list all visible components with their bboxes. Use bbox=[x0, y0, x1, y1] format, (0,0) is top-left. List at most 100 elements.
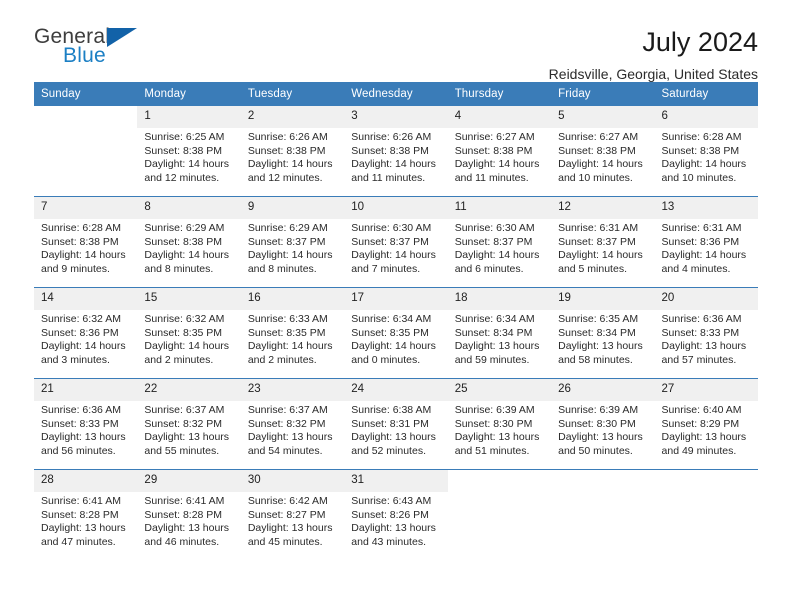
sunrise-text: Sunrise: 6:31 AM bbox=[558, 222, 639, 234]
day-details: Sunrise: 6:34 AM Sunset: 8:34 PM Daylight:… bbox=[448, 310, 551, 367]
calendar-cell[interactable]: 14 Sunrise: 6:32 AM Sunset: 8:36 PM Dayligh… bbox=[34, 287, 138, 379]
calendar-cell[interactable]: 8 Sunrise: 6:29 AM Sunset: 8:38 PM Daylight… bbox=[137, 196, 241, 288]
sunset-text: Sunset: 8:35 PM bbox=[247, 326, 326, 339]
day-details: Sunrise: 6:26 AM Sunset: 8:38 PM Daylight:… bbox=[344, 128, 447, 185]
calendar-cell[interactable]: 7 Sunrise: 6:28 AM Sunset: 8:38 PM Daylight… bbox=[34, 196, 138, 288]
calendar-cell[interactable]: 26 Sunrise: 6:39 AM Sunset: 8:30 PM Dayligh… bbox=[551, 378, 655, 470]
calendar-cell[interactable]: 3 Sunrise: 6:26 AM Sunset: 8:38 PM Daylight… bbox=[344, 106, 448, 197]
brand-logo[interactable]: General Blue bbox=[34, 26, 154, 74]
sunset-text: Sunset: 8:37 PM bbox=[454, 235, 533, 248]
weekday-header-sunday: Sunday bbox=[34, 82, 138, 106]
calendar-cell[interactable]: 21 Sunrise: 6:36 AM Sunset: 8:33 PM Dayligh… bbox=[34, 378, 138, 470]
sunset-text: Sunset: 8:38 PM bbox=[661, 144, 740, 157]
daylight-text-line1: Daylight: 14 hours bbox=[351, 340, 436, 353]
sunrise-text: Sunrise: 6:32 AM bbox=[144, 313, 225, 325]
calendar-cell[interactable]: 1 Sunrise: 6:25 AM Sunset: 8:38 PM Daylight… bbox=[137, 106, 241, 197]
calendar-header-row: Sunday Monday Tuesday Wednesday Thursday… bbox=[34, 82, 758, 106]
sunset-text: Sunset: 8:38 PM bbox=[454, 144, 533, 157]
day-details: Sunrise: 6:37 AM Sunset: 8:32 PM Daylight:… bbox=[137, 401, 240, 458]
calendar-cell[interactable]: 22 Sunrise: 6:37 AM Sunset: 8:32 PM Dayligh… bbox=[137, 378, 241, 470]
calendar-cell[interactable]: 25 Sunrise: 6:39 AM Sunset: 8:30 PM Dayligh… bbox=[447, 378, 552, 470]
weekday-header-thursday: Thursday bbox=[447, 82, 552, 106]
calendar-cell[interactable]: 2 Sunrise: 6:26 AM Sunset: 8:38 PM Daylight… bbox=[240, 106, 345, 197]
daylight-text-line2: and 12 minutes. bbox=[144, 171, 220, 184]
day-number: 12 bbox=[551, 197, 655, 219]
daylight-text-line1: Daylight: 13 hours bbox=[558, 431, 643, 444]
daylight-text-line2: and 2 minutes. bbox=[144, 353, 214, 366]
calendar-cell[interactable]: 17 Sunrise: 6:34 AM Sunset: 8:35 PM Dayligh… bbox=[344, 287, 448, 379]
daylight-text-line1: Daylight: 14 hours bbox=[247, 158, 333, 171]
sunrise-text: Sunrise: 6:30 AM bbox=[351, 222, 432, 234]
calendar-cell[interactable]: 13 Sunrise: 6:31 AM Sunset: 8:36 PM Dayligh… bbox=[654, 196, 758, 288]
calendar-cell[interactable]: 30 Sunrise: 6:42 AM Sunset: 8:27 PM Dayligh… bbox=[240, 469, 345, 560]
calendar-cell[interactable]: 27 Sunrise: 6:40 AM Sunset: 8:29 PM Dayligh… bbox=[654, 378, 758, 470]
calendar-cell-empty bbox=[34, 106, 138, 197]
day-number bbox=[447, 470, 552, 492]
day-cell: 30 Sunrise: 6:42 AM Sunset: 8:27 PM Dayligh… bbox=[240, 470, 345, 560]
daylight-text-line2: and 57 minutes. bbox=[661, 353, 737, 366]
daylight-text-line2: and 0 minutes. bbox=[351, 353, 421, 366]
day-number bbox=[34, 106, 138, 128]
calendar-cell[interactable]: 4 Sunrise: 6:27 AM Sunset: 8:38 PM Daylight… bbox=[447, 106, 552, 197]
daylight-text-line2: and 52 minutes. bbox=[351, 444, 426, 457]
calendar-cell[interactable]: 11 Sunrise: 6:30 AM Sunset: 8:37 PM Dayligh… bbox=[447, 196, 552, 288]
daylight-text-line2: and 56 minutes. bbox=[41, 444, 116, 457]
sunrise-text: Sunrise: 6:33 AM bbox=[247, 313, 328, 325]
daylight-text-line1: Daylight: 13 hours bbox=[351, 522, 436, 535]
sunrise-text: Sunrise: 6:43 AM bbox=[351, 495, 432, 507]
calendar-cell[interactable]: 19 Sunrise: 6:35 AM Sunset: 8:34 PM Dayligh… bbox=[551, 287, 655, 379]
day-number: 6 bbox=[654, 106, 758, 128]
sunset-text: Sunset: 8:28 PM bbox=[144, 508, 223, 521]
day-number: 31 bbox=[344, 470, 448, 492]
day-details: Sunrise: 6:36 AM Sunset: 8:33 PM Daylight:… bbox=[655, 310, 758, 367]
day-number: 27 bbox=[654, 379, 758, 401]
sunrise-text: Sunrise: 6:41 AM bbox=[41, 495, 121, 507]
daylight-text-line2: and 3 minutes. bbox=[41, 353, 110, 366]
brand-name-blue: Blue bbox=[63, 44, 106, 67]
calendar-cell[interactable]: 31 Sunrise: 6:43 AM Sunset: 8:26 PM Dayligh… bbox=[344, 469, 448, 560]
calendar-cell[interactable]: 16 Sunrise: 6:33 AM Sunset: 8:35 PM Dayligh… bbox=[240, 287, 345, 379]
calendar-cell[interactable]: 29 Sunrise: 6:41 AM Sunset: 8:28 PM Dayligh… bbox=[137, 469, 241, 560]
calendar-cell[interactable]: 5 Sunrise: 6:27 AM Sunset: 8:38 PM Daylight… bbox=[551, 106, 655, 197]
daylight-text-line1: Daylight: 13 hours bbox=[454, 340, 540, 353]
day-cell: 7 Sunrise: 6:28 AM Sunset: 8:38 PM Daylight… bbox=[34, 197, 138, 287]
sunrise-text: Sunrise: 6:32 AM bbox=[41, 313, 121, 325]
day-cell: 10 Sunrise: 6:30 AM Sunset: 8:37 PM Dayligh… bbox=[344, 197, 448, 287]
calendar-cell[interactable]: 9 Sunrise: 6:29 AM Sunset: 8:37 PM Daylight… bbox=[240, 196, 345, 288]
calendar-cell[interactable]: 18 Sunrise: 6:34 AM Sunset: 8:34 PM Dayligh… bbox=[447, 287, 552, 379]
daylight-text-line1: Daylight: 13 hours bbox=[41, 522, 126, 535]
calendar-cell[interactable]: 20 Sunrise: 6:36 AM Sunset: 8:33 PM Dayligh… bbox=[654, 287, 758, 379]
day-cell: 18 Sunrise: 6:34 AM Sunset: 8:34 PM Dayligh… bbox=[447, 288, 552, 378]
day-details: Sunrise: 6:41 AM Sunset: 8:28 PM Daylight:… bbox=[34, 492, 137, 549]
calendar-cell[interactable]: 15 Sunrise: 6:32 AM Sunset: 8:35 PM Dayligh… bbox=[137, 287, 241, 379]
daylight-text-line2: and 50 minutes. bbox=[558, 444, 633, 457]
calendar-cell[interactable]: 10 Sunrise: 6:30 AM Sunset: 8:37 PM Dayligh… bbox=[344, 196, 448, 288]
sunrise-text: Sunrise: 6:34 AM bbox=[454, 313, 535, 325]
daylight-text-line1: Daylight: 14 hours bbox=[247, 340, 333, 353]
day-cell: 14 Sunrise: 6:32 AM Sunset: 8:36 PM Dayligh… bbox=[34, 288, 138, 378]
day-details: Sunrise: 6:32 AM Sunset: 8:35 PM Daylight:… bbox=[137, 310, 240, 367]
sunrise-text: Sunrise: 6:34 AM bbox=[351, 313, 432, 325]
day-number: 16 bbox=[240, 288, 345, 310]
calendar-cell[interactable]: 23 Sunrise: 6:37 AM Sunset: 8:32 PM Dayligh… bbox=[240, 378, 345, 470]
daylight-text-line2: and 12 minutes. bbox=[247, 171, 323, 184]
sunrise-text: Sunrise: 6:29 AM bbox=[247, 222, 328, 234]
calendar-cell[interactable]: 12 Sunrise: 6:31 AM Sunset: 8:37 PM Dayligh… bbox=[551, 196, 655, 288]
weekday-header-friday: Friday bbox=[551, 82, 655, 106]
daylight-text-line2: and 10 minutes. bbox=[558, 171, 633, 184]
day-details: Sunrise: 6:32 AM Sunset: 8:36 PM Daylight:… bbox=[34, 310, 137, 367]
calendar-cell[interactable]: 24 Sunrise: 6:38 AM Sunset: 8:31 PM Dayligh… bbox=[344, 378, 448, 470]
calendar-cell[interactable]: 6 Sunrise: 6:28 AM Sunset: 8:38 PM Daylight… bbox=[654, 106, 758, 197]
daylight-text-line1: Daylight: 14 hours bbox=[558, 158, 643, 171]
calendar-cell[interactable]: 28 Sunrise: 6:41 AM Sunset: 8:28 PM Dayligh… bbox=[34, 469, 138, 560]
calendar-cell-empty bbox=[447, 469, 552, 560]
day-number: 14 bbox=[34, 288, 138, 310]
day-details: Sunrise: 6:36 AM Sunset: 8:33 PM Daylight:… bbox=[34, 401, 137, 458]
daylight-text-line2: and 6 minutes. bbox=[454, 262, 524, 275]
weekday-header-tuesday: Tuesday bbox=[240, 82, 345, 106]
daylight-text-line2: and 11 minutes. bbox=[454, 171, 529, 184]
sunset-text: Sunset: 8:33 PM bbox=[661, 326, 740, 339]
sunrise-text: Sunrise: 6:28 AM bbox=[661, 131, 742, 143]
day-cell: 19 Sunrise: 6:35 AM Sunset: 8:34 PM Dayligh… bbox=[551, 288, 655, 378]
calendar-cell-empty bbox=[551, 469, 655, 560]
